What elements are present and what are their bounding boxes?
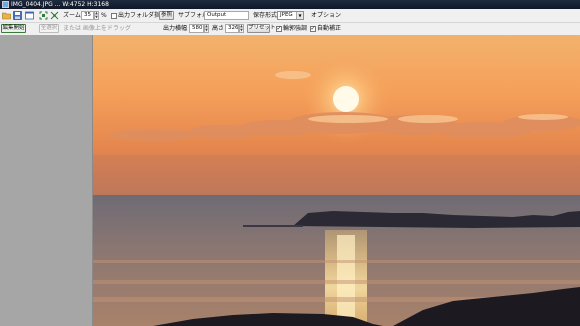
sunset-photo (93, 35, 580, 326)
height-input[interactable]: 326 (225, 24, 239, 33)
image-preview[interactable] (93, 35, 580, 326)
thumbnail-panel[interactable] (0, 35, 93, 326)
select-all-button[interactable]: 全選択 (39, 24, 59, 33)
edit-toolbar: 編集開始 全選択 または 画像上をドラッグ 出力 横幅 580 ▲ ▼ 高さ 32… (0, 23, 580, 35)
window-title: IMG_0404.JPG ... W:4752 H:3168 (11, 1, 109, 8)
auto-correct-checkbox[interactable] (310, 25, 316, 32)
main-toolbar: ズーム 35 ▲ ▼ % 出力フォルダ指定 参照 サブフォルダ Output 保存… (0, 9, 580, 23)
app-icon (2, 1, 9, 8)
chevron-down-icon: ▼ (296, 12, 303, 19)
height-spinner[interactable]: ▲ ▼ (239, 24, 244, 33)
browse-button[interactable]: 参照 (159, 11, 174, 20)
zoom-spinner[interactable]: ▲ ▼ (94, 11, 99, 20)
auto-correct-label: 自動補正 (317, 25, 342, 32)
fit-icon[interactable] (39, 11, 48, 20)
start-edit-button[interactable]: 編集開始 (1, 24, 26, 33)
rotate-icon[interactable] (50, 11, 59, 20)
zoom-input[interactable]: 35 (81, 11, 94, 20)
width-input[interactable]: 580 (189, 24, 204, 33)
zoom-unit: % (101, 12, 107, 19)
sharpen-checkbox[interactable] (276, 25, 282, 32)
save-format-value: JPEG (280, 12, 293, 18)
height-label: 高さ (212, 25, 225, 32)
drag-hint: または 画像上をドラッグ (63, 25, 131, 32)
width-spinner[interactable]: ▲ ▼ (204, 24, 209, 33)
width-label: 横幅 (175, 25, 188, 32)
subfolder-input[interactable]: Output (204, 11, 249, 20)
sharpen-label: 輪郭強調 (283, 25, 308, 32)
save-format-label: 保存形式 (253, 12, 278, 19)
output-folder-checkbox[interactable] (111, 13, 117, 19)
folder-open-icon[interactable] (2, 11, 11, 20)
title-bar: IMG_0404.JPG ... W:4752 H:3168 (0, 0, 580, 9)
preset-button[interactable]: プリセット (247, 24, 276, 33)
save-icon[interactable] (13, 11, 22, 20)
window-icon[interactable] (25, 11, 34, 20)
zoom-label: ズーム (63, 12, 81, 19)
output-label: 出力 (163, 25, 176, 32)
save-format-select[interactable]: JPEG ▼ (277, 11, 304, 20)
options-menu[interactable]: オプション (311, 11, 341, 21)
